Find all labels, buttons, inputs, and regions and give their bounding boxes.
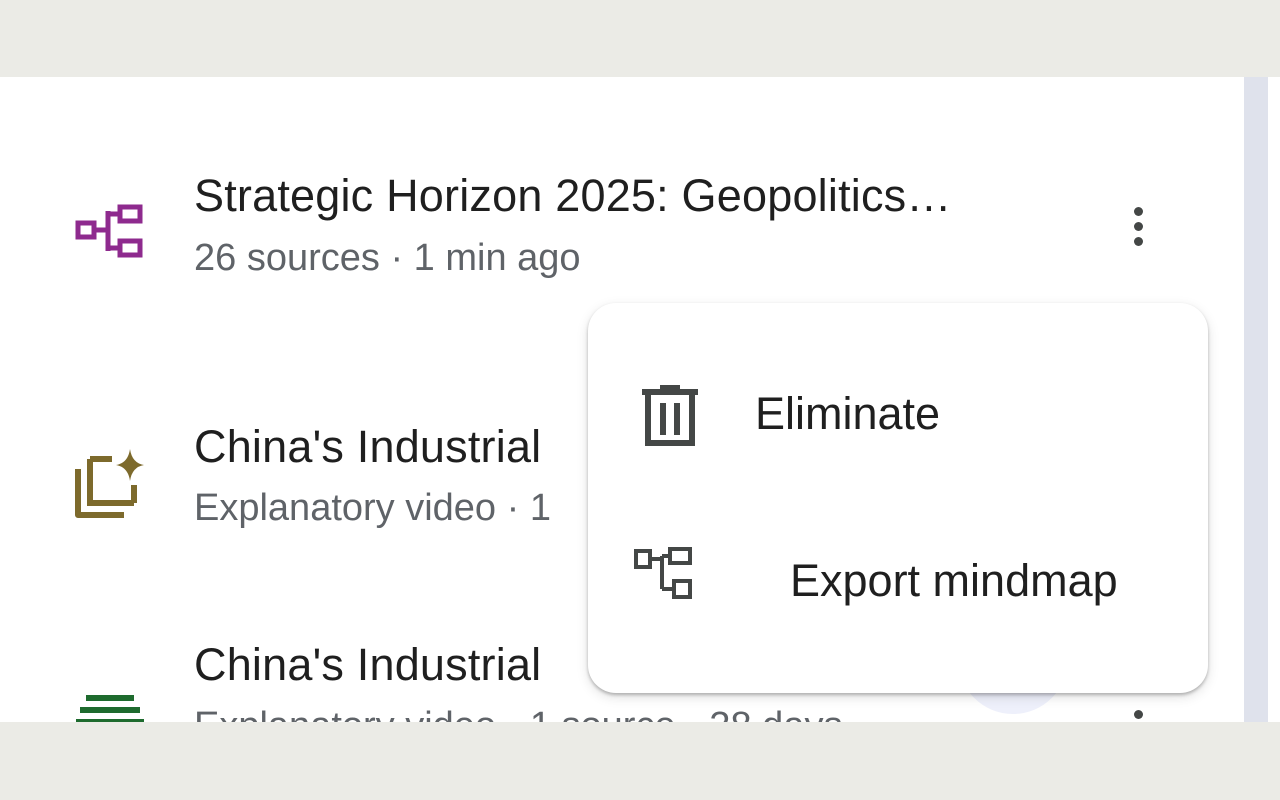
- item-subtitle: Explanatory video · 1 source · 38 days: [194, 705, 842, 722]
- mindmap-icon: [72, 195, 152, 275]
- mindmap-icon: [634, 547, 696, 608]
- menu-item-label: Export mindmap: [790, 555, 1118, 606]
- stack-icon: [72, 695, 152, 722]
- trash-icon: [640, 383, 700, 452]
- more-vert-icon: [1133, 709, 1143, 719]
- more-options-button[interactable]: [1112, 194, 1164, 258]
- item-title: China's Industrial: [194, 421, 542, 472]
- notebook-studio-list: Strategic Horizon 2025: Geopolitics… 26 …: [0, 77, 1280, 722]
- more-vert-icon: [1133, 206, 1143, 216]
- item-subtitle: 26 sources · 1 min ago: [194, 237, 581, 279]
- item-subtitle: Explanatory video · 1: [194, 487, 551, 529]
- more-options-button[interactable]: [1112, 697, 1164, 722]
- menu-item-label: Eliminate: [755, 388, 941, 439]
- scrollbar-thumb[interactable]: [1244, 77, 1268, 722]
- menu-item-eliminate[interactable]: Eliminate: [588, 338, 1208, 488]
- video-overview-icon: [72, 445, 152, 525]
- item-title: China's Industrial: [194, 639, 542, 690]
- menu-item-export-mindmap[interactable]: Export mindmap: [588, 503, 1208, 653]
- context-menu: Eliminate Export mindmap: [588, 303, 1208, 693]
- list-item-mindmap[interactable]: Strategic Horizon 2025: Geopolitics… 26 …: [0, 77, 1242, 279]
- item-title: Strategic Horizon 2025: Geopolitics…: [194, 170, 952, 221]
